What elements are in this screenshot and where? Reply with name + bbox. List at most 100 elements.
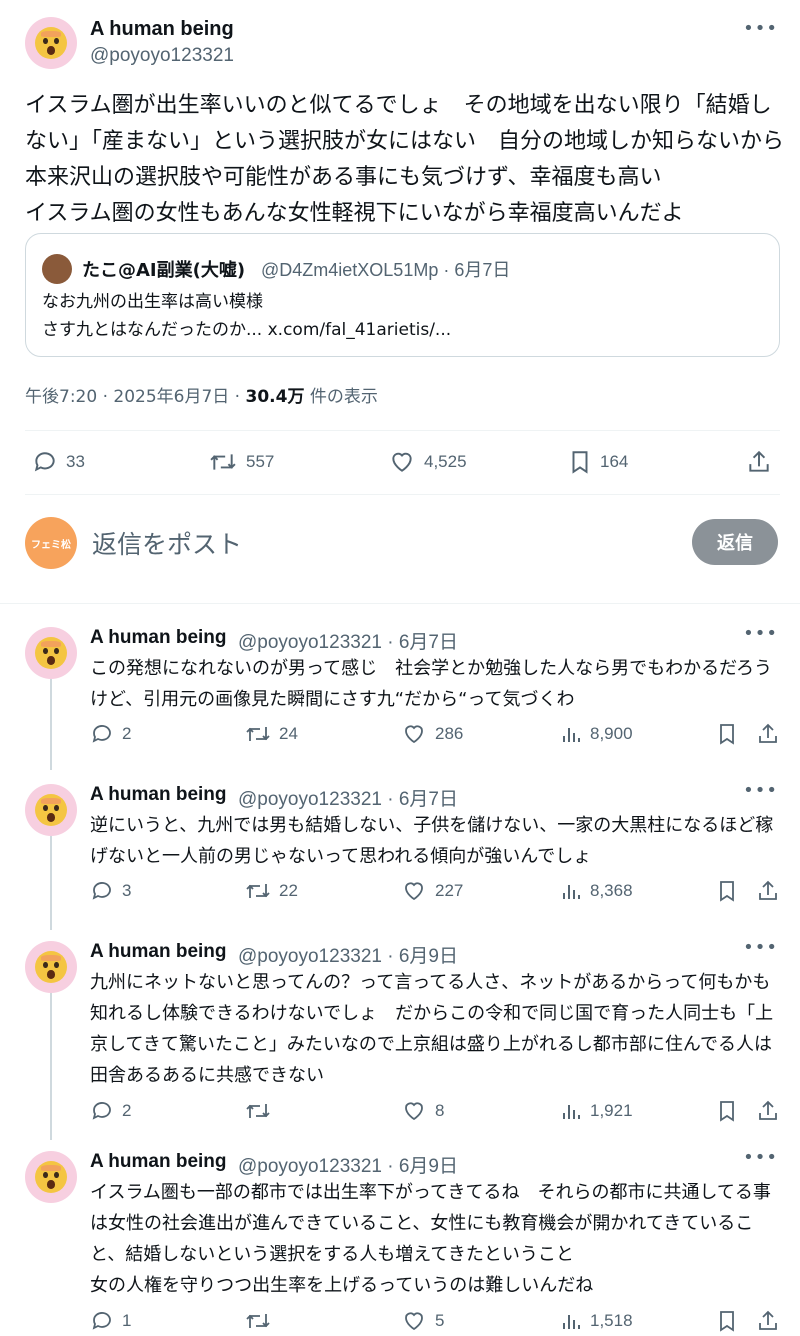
bookmark-button[interactable] [716, 1309, 746, 1333]
author-handle-date[interactable]: @poyoyo123321 · 6月9日 [238, 1151, 458, 1178]
share-icon [756, 1309, 780, 1333]
share-button[interactable] [756, 1309, 788, 1333]
current-user-avatar-text: フェミ松 [31, 539, 71, 551]
more-options-icon[interactable]: ••• [743, 937, 778, 958]
views-button[interactable]: 8,368 [560, 879, 633, 903]
bookmark-icon [716, 722, 738, 746]
author-name[interactable]: A human being [90, 941, 227, 963]
reply-button[interactable]: 2 [90, 722, 131, 746]
tweet-text: 逆にいうと、九州では男も結婚しない、子供を儲けない、一家の大黒柱になるほど稼げな… [90, 815, 774, 867]
reply-count: 2 [122, 724, 132, 743]
share-button[interactable] [756, 722, 788, 746]
thread-line [50, 992, 52, 1140]
share-icon [756, 879, 780, 903]
avatar[interactable] [25, 784, 77, 836]
view-count: 1,518 [590, 1311, 633, 1330]
reply-count: 2 [122, 1101, 132, 1120]
reply-submit-button[interactable]: 返信 [692, 519, 778, 565]
bookmark-button[interactable] [716, 1099, 746, 1123]
reply-button[interactable]: 1 [90, 1309, 131, 1333]
author-handle[interactable]: @poyoyo123321 [90, 45, 234, 67]
author-name[interactable]: A human being [90, 627, 227, 649]
heart-icon [388, 449, 416, 475]
bookmark-button[interactable] [716, 879, 746, 903]
like-count: 5 [435, 1311, 445, 1330]
heart-icon [401, 722, 427, 746]
views-chart-icon [560, 1099, 582, 1123]
view-count: 30.4万 [245, 387, 305, 407]
timestamp[interactable]: 午後7:20 · 2025年6月7日 · [25, 387, 246, 407]
thread-line [50, 678, 52, 770]
current-user-avatar[interactable]: フェミ松 [25, 517, 77, 569]
like-button[interactable]: 4,525 [388, 449, 467, 475]
like-button[interactable]: 227 [401, 879, 463, 903]
reply-input[interactable]: 返信をポスト [92, 525, 242, 561]
reply-icon [32, 449, 58, 475]
author-handle-date[interactable]: @poyoyo123321 · 6月7日 [238, 627, 458, 654]
avatar-emoji [34, 26, 68, 60]
avatar[interactable] [25, 17, 77, 69]
reply-icon [90, 1099, 114, 1123]
more-options-icon[interactable]: ••• [743, 780, 778, 801]
retweet-button[interactable] [245, 1309, 279, 1333]
reply-icon [90, 1309, 114, 1333]
retweet-button[interactable]: 24 [245, 722, 298, 746]
bookmark-icon [716, 879, 738, 903]
tweet-text: イスラム圏も一部の都市では出生率下がってきてるね それらの都市に共通してる事は女… [90, 1182, 771, 1296]
retweet-count: 24 [279, 724, 298, 743]
retweet-button[interactable]: 22 [245, 879, 298, 903]
avatar[interactable] [25, 627, 77, 679]
retweet-icon [245, 1099, 271, 1123]
like-count: 286 [435, 724, 464, 743]
avatar[interactable] [25, 1151, 77, 1203]
view-count: 1,921 [590, 1101, 633, 1120]
bookmark-button[interactable]: 164 [568, 449, 628, 475]
more-options-icon[interactable]: ••• [743, 623, 778, 644]
author-handle-date[interactable]: @poyoyo123321 · 6月7日 [238, 784, 458, 811]
like-count: 227 [435, 881, 464, 900]
reply-count: 3 [122, 881, 132, 900]
retweet-button[interactable]: 557 [208, 449, 274, 475]
share-icon [746, 449, 772, 475]
divider [25, 430, 780, 431]
retweet-icon [245, 722, 271, 746]
like-count: 4,525 [424, 452, 467, 471]
avatar-emoji [34, 636, 68, 670]
like-button[interactable]: 8 [401, 1099, 444, 1123]
reply-button[interactable]: 2 [90, 1099, 131, 1123]
bookmark-icon [568, 449, 592, 475]
bookmark-icon [716, 1309, 738, 1333]
retweet-button[interactable] [245, 1099, 279, 1123]
retweet-icon [245, 879, 271, 903]
views-button[interactable]: 1,518 [560, 1309, 633, 1333]
avatar-emoji [34, 950, 68, 984]
quoted-avatar [42, 254, 72, 284]
retweet-icon [245, 1309, 271, 1333]
share-button[interactable] [756, 879, 788, 903]
author-handle-date[interactable]: @poyoyo123321 · 6月9日 [238, 941, 458, 968]
heart-icon [401, 879, 427, 903]
tweet-text: この発想になれないのが男って感じ 社会学とか勉強した人なら男でもわかるだろうけど… [90, 658, 773, 710]
retweet-icon [208, 449, 238, 475]
like-button[interactable]: 286 [401, 722, 463, 746]
views-button[interactable]: 8,900 [560, 722, 633, 746]
quoted-tweet[interactable]: たこ@AI副業(大嘘) @D4Zm4ietXOL51Mp · 6月7日 なお九州… [25, 233, 780, 357]
more-options-icon[interactable]: ••• [743, 1147, 778, 1168]
views-button[interactable]: 1,921 [560, 1099, 633, 1123]
author-name[interactable]: A human being [90, 1151, 227, 1173]
like-button[interactable]: 5 [401, 1309, 444, 1333]
avatar[interactable] [25, 941, 77, 993]
avatar-emoji [34, 1160, 68, 1194]
share-button[interactable] [756, 1099, 788, 1123]
reply-button[interactable]: 3 [90, 879, 131, 903]
author-name[interactable]: A human being [90, 18, 234, 41]
tweet-text: イスラム圏が出生率いいのと似てるでしょ その地域を出ない限り「結婚しない」「産ま… [25, 93, 785, 226]
bookmark-button[interactable] [716, 722, 746, 746]
reply-count: 1 [122, 1311, 132, 1330]
share-button[interactable] [746, 449, 780, 475]
author-name[interactable]: A human being [90, 784, 227, 806]
more-options-icon[interactable]: ••• [743, 18, 778, 39]
like-count: 8 [435, 1101, 445, 1120]
views-chart-icon [560, 879, 582, 903]
reply-button[interactable]: 33 [32, 449, 85, 475]
